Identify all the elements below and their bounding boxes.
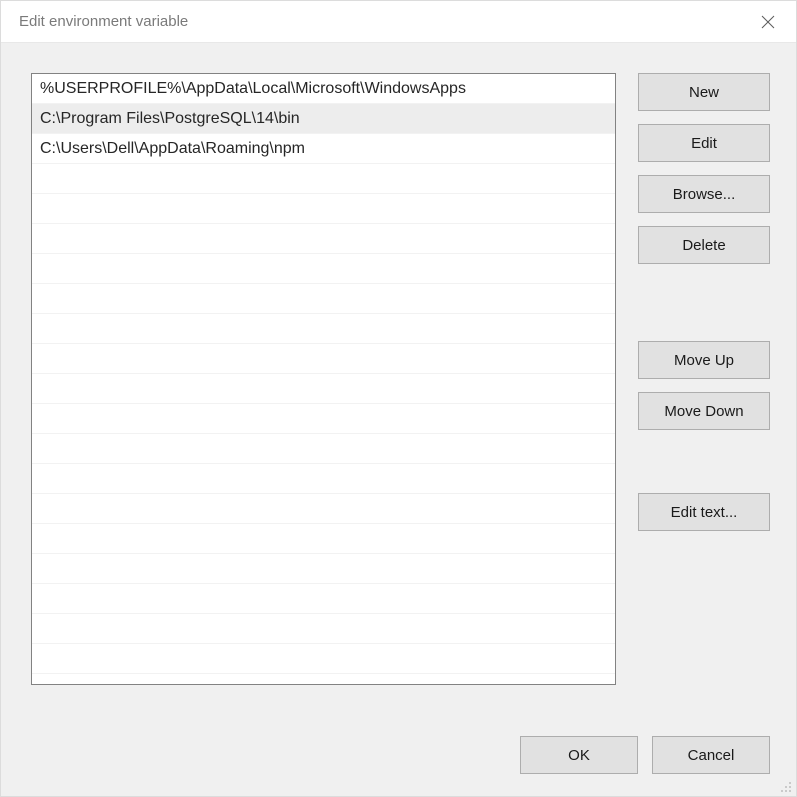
side-buttons: New Edit Browse... Delete Move Up Move D… [638, 73, 770, 714]
path-entry [32, 374, 615, 404]
browse-button[interactable]: Browse... [638, 175, 770, 213]
spacer [638, 443, 770, 493]
content-pane: %USERPROFILE%\AppData\Local\Microsoft\Wi… [1, 43, 796, 796]
new-button[interactable]: New [638, 73, 770, 111]
cancel-button[interactable]: Cancel [652, 736, 770, 774]
ok-button[interactable]: OK [520, 736, 638, 774]
path-entry [32, 194, 615, 224]
edit-button[interactable]: Edit [638, 124, 770, 162]
path-entry[interactable]: %USERPROFILE%\AppData\Local\Microsoft\Wi… [32, 74, 615, 104]
path-entry [32, 284, 615, 314]
path-entry [32, 404, 615, 434]
path-entry[interactable]: C:\Program Files\PostgreSQL\14\bin [32, 104, 615, 134]
path-entry [32, 524, 615, 554]
close-icon [761, 15, 775, 29]
dialog-title: Edit environment variable [19, 13, 188, 30]
move-down-button[interactable]: Move Down [638, 392, 770, 430]
path-entry [32, 434, 615, 464]
resize-grip-icon[interactable] [778, 779, 792, 793]
path-entry[interactable]: C:\Users\Dell\AppData\Roaming\npm [32, 134, 615, 164]
edit-env-var-dialog: Edit environment variable %USERPROFILE%\… [0, 0, 797, 797]
spacer [638, 277, 770, 341]
path-entry [32, 554, 615, 584]
path-entry [32, 164, 615, 194]
path-entry [32, 584, 615, 614]
main-row: %USERPROFILE%\AppData\Local\Microsoft\Wi… [31, 73, 770, 714]
footer-row: OK Cancel [31, 736, 770, 774]
path-entry [32, 644, 615, 674]
path-entry [32, 224, 615, 254]
close-button[interactable] [740, 1, 796, 43]
path-entry [32, 614, 615, 644]
titlebar: Edit environment variable [1, 1, 796, 43]
edit-text-button[interactable]: Edit text... [638, 493, 770, 531]
path-entry [32, 494, 615, 524]
path-entry [32, 314, 615, 344]
path-entry [32, 464, 615, 494]
path-entry [32, 344, 615, 374]
move-up-button[interactable]: Move Up [638, 341, 770, 379]
delete-button[interactable]: Delete [638, 226, 770, 264]
path-entry [32, 254, 615, 284]
path-listbox[interactable]: %USERPROFILE%\AppData\Local\Microsoft\Wi… [31, 73, 616, 685]
